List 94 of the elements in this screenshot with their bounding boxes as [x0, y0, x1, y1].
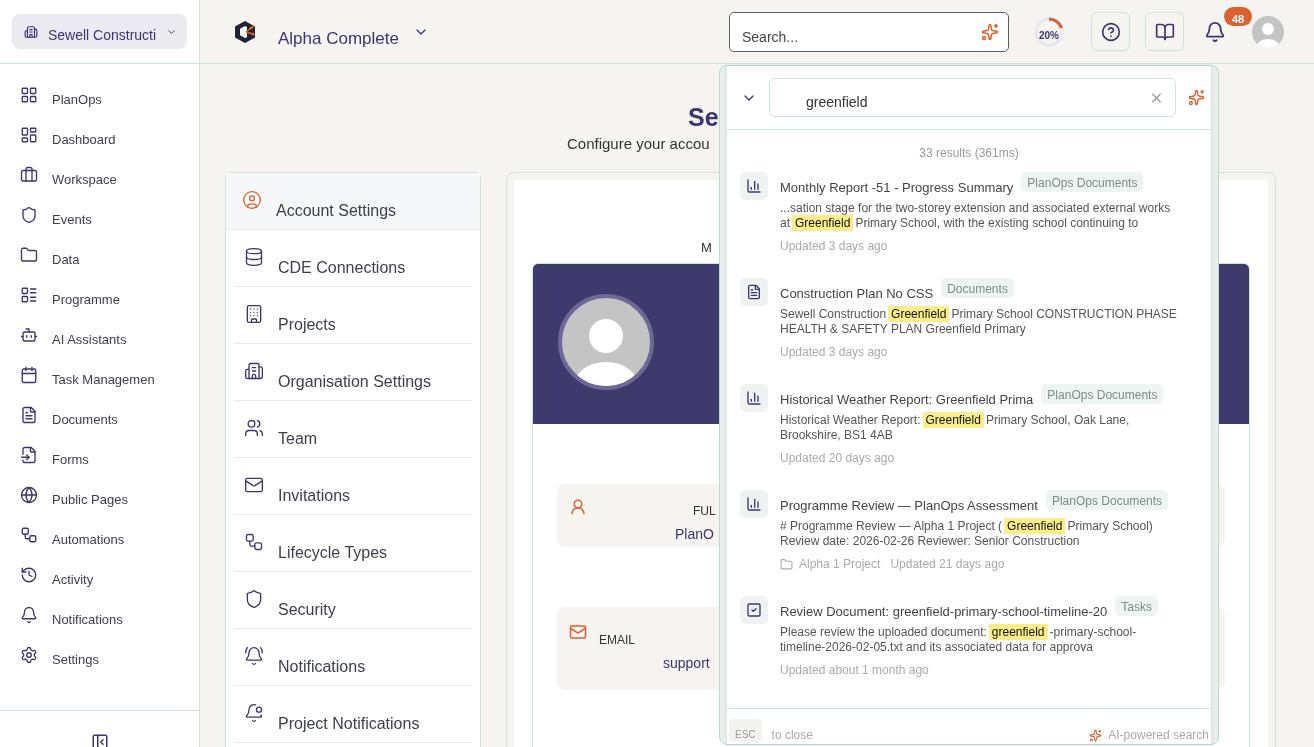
result-tag: PlanOps Documents — [1041, 384, 1164, 404]
list-icon — [20, 286, 38, 304]
users-icon — [244, 418, 264, 438]
sidebar-panel-icon — [90, 732, 109, 747]
result-tag: Tasks — [1115, 596, 1158, 616]
search-result[interactable]: Historical Weather Report: Greenfield Prima PlanOps Documents Historical Weather Report: Greenfield Primary School, Oak Lane, Brookshire, BS1 4AB Updated 20 days ago — [727, 382, 1211, 488]
bell-ringing-icon — [244, 646, 264, 666]
result-tag: PlanOps Documents — [1045, 490, 1168, 510]
sidebar-item[interactable]: Events — [20, 206, 199, 224]
notification-count: 48 — [1224, 6, 1252, 26]
robot-icon — [20, 326, 38, 344]
document-icon — [20, 406, 38, 424]
collapse-sidebar-button[interactable] — [90, 732, 109, 747]
result-updated: Updated 3 days ago — [780, 345, 888, 359]
sidebar-item[interactable]: AI Assistants — [20, 326, 199, 344]
sparkle-icon — [981, 22, 999, 41]
buildings-icon — [244, 361, 264, 381]
organisation-switcher[interactable]: Sewell Constructi — [12, 14, 187, 49]
sidebar-item[interactable]: Documents — [20, 406, 199, 424]
settings-icon — [20, 646, 38, 664]
grid-icon — [20, 86, 38, 104]
globe-icon — [20, 486, 38, 504]
mail-icon — [569, 623, 587, 641]
bar-chart-icon — [740, 490, 768, 518]
esc-key: ESC — [729, 719, 762, 742]
result-snippet: ...sation stage for the two-storey extension and associated external works at Greenfield Primary School, with the existing school continuing to — [780, 201, 1172, 231]
search-result[interactable]: Construction Plan No CSS Documents Sewell Construction Greenfield Primary School CONSTRUCTION PHASE HEALTH & SAFETY PLAN Greenfield Primary Updated 3 days ago — [727, 276, 1211, 382]
user-icon — [569, 498, 587, 516]
workflow-icon — [20, 526, 38, 544]
sidebar-item[interactable]: Notifications — [20, 606, 199, 624]
sidebar-item[interactable]: Forms — [20, 446, 199, 464]
settings-menu-item[interactable]: Account Settings — [226, 173, 480, 230]
sparkle-icon — [1188, 89, 1205, 106]
dashboard-icon — [20, 126, 38, 144]
bar-chart-icon — [740, 172, 768, 200]
bell-icon — [20, 606, 38, 624]
shield-icon — [244, 589, 264, 609]
calendar-icon — [20, 366, 38, 384]
search-field[interactable]: Search... — [729, 11, 1009, 52]
card-heading: M — [701, 240, 712, 255]
guide-button[interactable] — [1145, 12, 1184, 51]
search-field[interactable]: greenfield — [769, 78, 1176, 117]
result-project: Alpha 1 Project — [799, 557, 881, 571]
result-title: Construction Plan No CSS — [780, 285, 934, 301]
result-updated: Updated about 1 month ago — [780, 663, 929, 677]
briefcase-icon — [20, 166, 38, 184]
ai-search-label: AI-powered search — [1108, 728, 1209, 742]
document-icon — [740, 278, 768, 306]
checkbox-icon — [740, 596, 768, 624]
notifications-button[interactable] — [1204, 20, 1226, 43]
page-title: Se — [688, 102, 719, 133]
sidebar-item[interactable]: Automations — [20, 526, 199, 544]
field-value: support — [663, 655, 710, 671]
help-icon — [1100, 21, 1121, 42]
page-subtitle: Configure your accou — [567, 134, 710, 154]
sparkle-icon — [1089, 729, 1103, 742]
bell-dot-icon — [244, 703, 264, 723]
results-summary: 33 results (361ms) — [918, 145, 1020, 162]
field-value: PlanO — [675, 526, 714, 542]
building-icon — [244, 304, 264, 324]
workflow-icon — [244, 532, 264, 552]
progress-ring: 20% — [1033, 15, 1065, 48]
user-circle-icon — [242, 190, 262, 210]
help-button[interactable] — [1091, 12, 1130, 51]
result-title: Historical Weather Report: Greenfield Prima — [780, 391, 1034, 407]
result-updated: Updated 20 days ago — [780, 451, 895, 465]
folder-icon — [20, 246, 38, 264]
result-updated: Updated 21 days ago — [890, 557, 1005, 571]
close-hint: to close — [771, 728, 813, 742]
folder-icon — [780, 557, 793, 571]
book-icon — [1154, 21, 1175, 42]
result-snippet: Sewell Construction Greenfield Primary School CONSTRUCTION PHASE HEALTH & SAFETY PLAN Greenfield Primary — [780, 307, 1178, 337]
result-tag: Documents — [941, 278, 1014, 298]
result-title: Programme Review — PlanOps Assessment — [780, 497, 1038, 513]
bar-chart-icon — [740, 384, 768, 412]
result-snippet: Please review the uploaded document: greenfield -primary-school-timeline-2026-02-05.txt and its associated data for approva — [780, 625, 1138, 655]
history-icon — [20, 566, 38, 584]
bell-icon — [1204, 20, 1226, 43]
result-snippet: # Programme Review — Alpha 1 Project ( Greenfield Primary School) Review date: 2026-02-26 Reviewer: Senior Construction — [780, 519, 1154, 549]
result-title: Monthly Report -51 - Progress Summary — [780, 179, 1014, 195]
mail-icon — [244, 475, 264, 495]
field-label: FUL — [693, 504, 716, 518]
logo-icon — [232, 18, 258, 45]
shield-icon — [20, 206, 38, 224]
sidebar-item[interactable]: Dashboard — [20, 126, 199, 144]
result-snippet: Historical Weather Report: Greenfield Primary School, Oak Lane, Brookshire, BS1 4AB — [780, 413, 1131, 443]
sidebar-item[interactable]: Data — [20, 246, 199, 264]
result-updated: Updated 3 days ago — [780, 239, 888, 253]
database-icon — [244, 247, 264, 267]
project-switcher[interactable]: Alpha Complete — [232, 14, 429, 49]
file-arrow-icon — [20, 446, 38, 464]
result-title: Review Document: greenfield-primary-school-timeline-20 — [780, 603, 1108, 619]
result-tag: PlanOps Documents — [1021, 172, 1144, 192]
field-label: EMAIL — [599, 633, 636, 647]
